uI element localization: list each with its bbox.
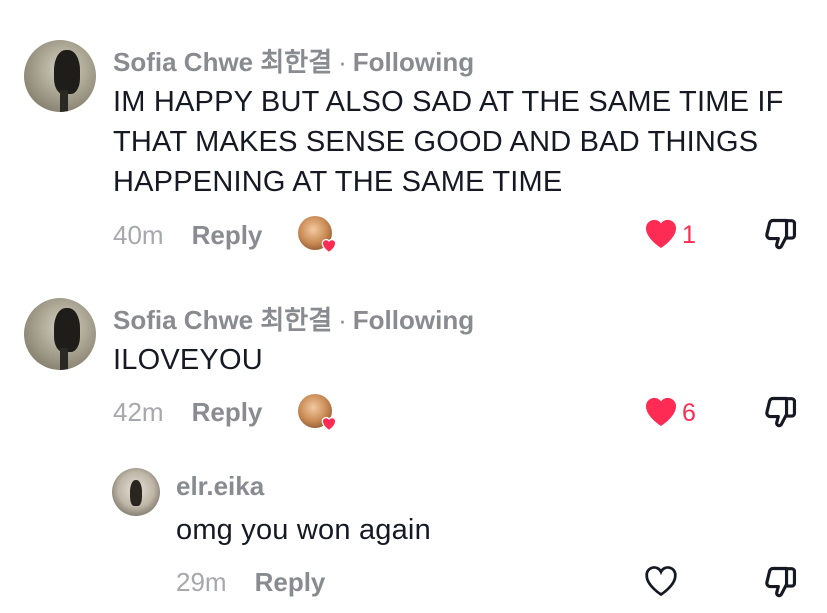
- avatar-figure: [130, 480, 142, 506]
- thumbs-down-icon[interactable]: [762, 562, 800, 600]
- reply-comment-item: elr.eika omg you won again 29m Reply: [0, 0, 827, 613]
- heart-outline-icon[interactable]: [643, 564, 679, 598]
- comment-actions: 29m Reply: [176, 567, 325, 598]
- comment-meta: elr.eika: [176, 471, 264, 502]
- comment-time: 29m: [176, 567, 227, 597]
- reply-button[interactable]: Reply: [255, 567, 326, 598]
- comment-line: omg you won again: [176, 514, 431, 546]
- comment-text: omg you won again: [176, 510, 431, 550]
- username[interactable]: elr.eika: [176, 471, 264, 501]
- avatar[interactable]: [112, 468, 160, 516]
